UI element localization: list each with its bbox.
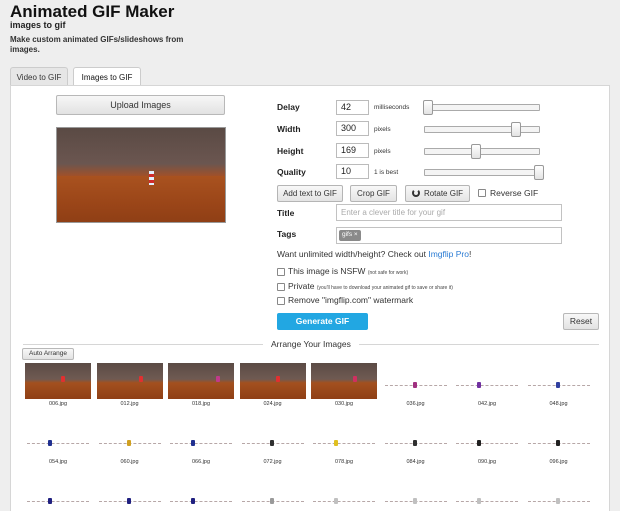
thumbnail-figure xyxy=(269,498,274,504)
image-thumbnail-grid: 006.jpg 012.jpg 018.jpg 024.jpg 030.jpg 036.j… xyxy=(11,86,611,511)
image-thumbnail[interactable]: 048.jpg xyxy=(525,363,592,411)
image-thumbnail[interactable]: 054.jpg xyxy=(25,421,91,469)
thumbnail-filename: 072.jpg xyxy=(263,459,282,465)
image-thumbnail[interactable]: 060.jpg xyxy=(96,421,163,469)
thumbnail-image xyxy=(454,363,520,399)
image-thumbnail[interactable]: 084.jpg xyxy=(382,421,449,469)
thumbnail-figure xyxy=(555,382,560,388)
thumbnail-image xyxy=(454,479,520,511)
image-thumbnail[interactable]: 018.jpg xyxy=(168,363,234,411)
thumbnail-figure xyxy=(138,376,143,382)
thumbnail-filename: 096.jpg xyxy=(549,459,568,465)
page-subtitle: images to gif xyxy=(10,20,66,30)
image-thumbnail[interactable]: 138.jpg xyxy=(454,479,520,511)
thumbnail-filename: 078.jpg xyxy=(334,459,354,465)
thumbnail-image xyxy=(382,479,449,511)
thumbnail-figure xyxy=(412,382,417,388)
image-thumbnail[interactable]: 066.jpg xyxy=(168,421,234,469)
thumbnail-figure xyxy=(334,498,338,504)
thumbnail-figure xyxy=(412,498,417,504)
image-thumbnail[interactable]: 144.jpg xyxy=(525,479,592,511)
thumbnail-image xyxy=(239,479,306,511)
thumbnail-image xyxy=(168,363,234,399)
thumbnail-figure xyxy=(477,498,481,504)
thumbnail-figure xyxy=(61,376,65,382)
thumbnail-image xyxy=(525,479,592,511)
image-thumbnail[interactable]: 030.jpg xyxy=(311,363,377,411)
image-thumbnail[interactable]: 024.jpg xyxy=(239,363,306,411)
thumbnail-image xyxy=(239,363,306,399)
image-thumbnail[interactable]: 012.jpg xyxy=(96,363,163,411)
thumbnail-image xyxy=(96,363,163,399)
thumbnail-image xyxy=(25,421,91,457)
thumbnail-figure xyxy=(48,440,52,446)
page-description: Make custom animated GIFs/slideshows fro… xyxy=(10,35,184,54)
thumbnail-image xyxy=(311,421,377,457)
thumbnail-image xyxy=(454,421,520,457)
thumbnail-image xyxy=(239,421,306,457)
thumbnail-filename: 030.jpg xyxy=(334,401,354,407)
image-thumbnail[interactable]: 078.jpg xyxy=(311,421,377,469)
thumbnail-image xyxy=(311,479,377,511)
thumbnail-figure xyxy=(555,498,560,504)
thumbnail-filename: 048.jpg xyxy=(549,401,568,407)
thumbnail-figure xyxy=(48,498,52,504)
thumbnail-figure xyxy=(477,382,481,388)
thumbnail-filename: 066.jpg xyxy=(191,459,211,465)
thumbnail-figure xyxy=(216,376,220,382)
thumbnail-filename: 024.jpg xyxy=(263,401,282,407)
thumbnail-filename: 042.jpg xyxy=(477,401,497,407)
thumbnail-figure xyxy=(412,440,417,446)
thumbnail-filename: 018.jpg xyxy=(191,401,211,407)
thumbnail-filename: 084.jpg xyxy=(406,459,425,465)
thumbnail-figure xyxy=(353,376,357,382)
thumbnail-image xyxy=(96,421,163,457)
image-thumbnail[interactable]: 120.jpg xyxy=(239,479,306,511)
thumbnail-figure xyxy=(275,376,280,382)
image-thumbnail[interactable]: 126.jpg xyxy=(311,479,377,511)
thumbnail-image xyxy=(525,421,592,457)
thumbnail-figure xyxy=(477,440,481,446)
image-thumbnail[interactable]: 042.jpg xyxy=(454,363,520,411)
image-thumbnail[interactable]: 006.jpg xyxy=(25,363,91,411)
thumbnail-image xyxy=(525,363,592,399)
thumbnail-filename: 054.jpg xyxy=(48,459,68,465)
image-thumbnail[interactable]: 102.jpg xyxy=(25,479,91,511)
thumbnail-image xyxy=(96,479,163,511)
page-title: Animated GIF Maker xyxy=(10,2,175,21)
image-thumbnail[interactable]: 132.jpg xyxy=(382,479,449,511)
thumbnail-filename: 006.jpg xyxy=(48,401,68,407)
thumbnail-image xyxy=(311,363,377,399)
thumbnail-figure xyxy=(126,440,131,446)
thumbnail-filename: 036.jpg xyxy=(406,401,425,407)
tab-video-to-gif[interactable]: Video to GIF xyxy=(10,67,68,86)
thumbnail-figure xyxy=(191,440,195,446)
image-thumbnail[interactable]: 108.jpg xyxy=(96,479,163,511)
thumbnail-image xyxy=(382,421,449,457)
image-thumbnail[interactable]: 096.jpg xyxy=(525,421,592,469)
image-thumbnail[interactable]: 072.jpg xyxy=(239,421,306,469)
thumbnail-filename: 090.jpg xyxy=(477,459,497,465)
maker-panel: Upload Images Delay 42 milliseconds Widt… xyxy=(10,85,610,511)
thumbnail-figure xyxy=(334,440,338,446)
thumbnail-figure xyxy=(269,440,274,446)
tab-images-to-gif[interactable]: Images to GIF xyxy=(73,67,141,87)
thumbnail-figure xyxy=(555,440,560,446)
image-thumbnail[interactable]: 090.jpg xyxy=(454,421,520,469)
thumbnail-filename: 060.jpg xyxy=(120,459,139,465)
thumbnail-image xyxy=(168,479,234,511)
thumbnail-filename: 012.jpg xyxy=(120,401,139,407)
thumbnail-figure xyxy=(126,498,131,504)
thumbnail-figure xyxy=(191,498,195,504)
thumbnail-image xyxy=(25,479,91,511)
image-thumbnail[interactable]: 036.jpg xyxy=(382,363,449,411)
thumbnail-image xyxy=(25,363,91,399)
thumbnail-image xyxy=(168,421,234,457)
thumbnail-image xyxy=(382,363,449,399)
image-thumbnail[interactable]: 114.jpg xyxy=(168,479,234,511)
